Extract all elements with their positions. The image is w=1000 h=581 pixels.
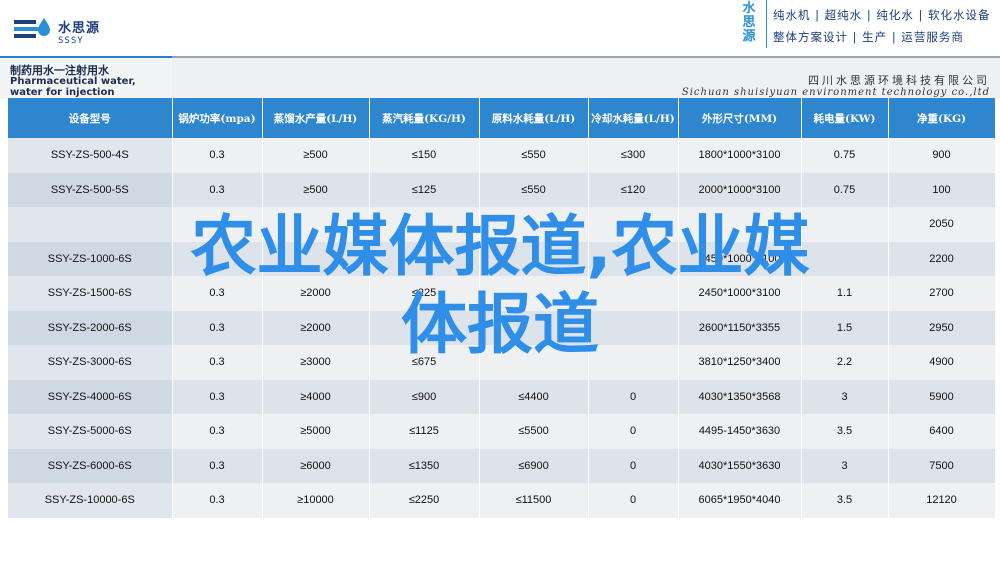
table-cell: ≤300 — [588, 138, 679, 173]
table-row: SSY-ZS-6000-6S 0.3 ≥6000 ≤1350 ≤6900 0 4… — [8, 448, 996, 483]
column-header: 净重(KG) — [888, 98, 996, 138]
table-cell: 4030*1350*3568 — [678, 379, 802, 414]
logo-english-name: SSSY — [58, 35, 84, 46]
table-cell: 3 — [801, 448, 889, 483]
table-cell: 0 — [588, 414, 679, 449]
table-cell: ≥4000 — [262, 379, 370, 414]
column-header: 蒸汽耗量(KG/H) — [369, 98, 480, 138]
table-cell: SSY-ZS-4000-6S — [8, 379, 173, 414]
column-header: 冷却水耗量(L/H) — [588, 98, 679, 138]
table-cell: SSY-ZS-500-5S — [8, 172, 173, 207]
table-cell: ≥500 — [262, 172, 370, 207]
table-cell: 2000*1000*3100 — [678, 172, 802, 207]
table-row: SSY-ZS-10000-6S 0.3 ≥10000 ≤2250 ≤11500 … — [8, 483, 996, 518]
table-cell: ≤1125 — [369, 414, 480, 449]
table-cell: 0.3 — [172, 172, 263, 207]
table-cell: ≤6900 — [479, 448, 589, 483]
table-cell: ≤1350 — [369, 448, 480, 483]
title-band: 制药用水一注射用水 Pharmaceutical water, water fo… — [0, 56, 1000, 99]
company-name-cn: 四川水思源环境科技有限公司 — [808, 74, 990, 87]
product-title-block: 制药用水一注射用水 Pharmaceutical water, water fo… — [0, 56, 172, 99]
column-header: 设备型号 — [8, 98, 173, 138]
table-cell: 12120 — [888, 483, 996, 518]
table-cell: 6400 — [888, 414, 996, 449]
table-cell: 1800*1000*3100 — [678, 138, 802, 173]
overlay-line-2: 体报道 — [401, 286, 599, 363]
table-cell: SSY-ZS-6000-6S — [8, 448, 173, 483]
table-cell: 4030*1550*3630 — [678, 448, 802, 483]
table-cell: 100 — [888, 172, 996, 207]
column-header: 锅炉功率(mpa) — [172, 98, 263, 138]
vertical-brand-name: 水思源 — [742, 1, 756, 44]
column-header: 原料水耗量(L/H) — [479, 98, 589, 138]
table-cell: SSY-ZS-10000-6S — [8, 483, 173, 518]
table-cell: ≤5500 — [479, 414, 589, 449]
company-name-en: Sichuan shuisiyuan environment technolog… — [681, 87, 990, 98]
page-header: 水思源 SSSY 水思源 纯水机 | 超纯水 | 纯化水 | 软化水设备 整体方… — [0, 0, 1000, 56]
table-cell: 0.3 — [172, 138, 263, 173]
table-cell: 0.3 — [172, 379, 263, 414]
overlay-headline: 农业媒体报道,农业媒 体报道 — [20, 208, 980, 364]
table-cell: 7500 — [888, 448, 996, 483]
table-row: SSY-ZS-500-5S 0.3 ≥500 ≤125 ≤550 ≤120 20… — [8, 172, 996, 207]
slogan-line-2: 整体方案设计 | 生产 | 运营服务商 — [773, 30, 964, 44]
table-cell: ≤125 — [369, 172, 480, 207]
company-logo[interactable]: 水思源 SSSY — [12, 16, 100, 46]
table-cell: 0 — [588, 448, 679, 483]
table-cell: 0 — [588, 379, 679, 414]
table-cell: 6065*1950*4040 — [678, 483, 802, 518]
table-cell: ≤550 — [479, 172, 589, 207]
table-cell: 3 — [801, 379, 889, 414]
table-cell: 3.5 — [801, 414, 889, 449]
table-cell: ≤4400 — [479, 379, 589, 414]
table-header-row: 设备型号 锅炉功率(mpa) 蒸馏水产量(L/H) 蒸汽耗量(KG/H) 原料水… — [8, 98, 996, 138]
logo-chinese-name: 水思源 — [58, 20, 101, 36]
table-cell: SSY-ZS-500-4S — [8, 138, 173, 173]
water-drop-icon — [12, 16, 52, 46]
table-cell: 0.3 — [172, 483, 263, 518]
product-title-en: Pharmaceutical water, water for injectio… — [10, 76, 136, 98]
table-cell: SSY-ZS-5000-6S — [8, 414, 173, 449]
table-cell: ≥10000 — [262, 483, 370, 518]
table-cell: ≤11500 — [479, 483, 589, 518]
table-cell: 0 — [588, 483, 679, 518]
table-cell: 0.3 — [172, 448, 263, 483]
slogan-line-1: 纯水机 | 超纯水 | 纯化水 | 软化水设备 — [773, 8, 991, 22]
brand-slogan-block: 水思源 纯水机 | 超纯水 | 纯化水 | 软化水设备 整体方案设计 | 生产 … — [738, 0, 991, 48]
table-cell: 0.75 — [801, 172, 889, 207]
table-cell: 3.5 — [801, 483, 889, 518]
column-header: 外形尺寸(MM) — [678, 98, 802, 138]
company-name-block: 四川水思源环境科技有限公司 Sichuan shuisiyuan environ… — [172, 56, 1000, 99]
table-cell: ≤120 — [588, 172, 679, 207]
table-cell: 4495-1450*3630 — [678, 414, 802, 449]
column-header: 耗电量(KW) — [801, 98, 889, 138]
table-cell: ≥500 — [262, 138, 370, 173]
table-row: SSY-ZS-500-4S 0.3 ≥500 ≤150 ≤550 ≤300 18… — [8, 138, 996, 173]
table-cell: ≤550 — [479, 138, 589, 173]
table-cell: 900 — [888, 138, 996, 173]
table-cell: 5900 — [888, 379, 996, 414]
table-cell: ≤900 — [369, 379, 480, 414]
table-cell: 0.3 — [172, 414, 263, 449]
overlay-line-1: 农业媒体报道,农业媒 — [190, 208, 810, 285]
table-row: SSY-ZS-4000-6S 0.3 ≥4000 ≤900 ≤4400 0 40… — [8, 379, 996, 414]
table-cell: ≥5000 — [262, 414, 370, 449]
table-row: SSY-ZS-5000-6S 0.3 ≥5000 ≤1125 ≤5500 0 4… — [8, 414, 996, 449]
table-cell: 0.75 — [801, 138, 889, 173]
table-cell: ≤150 — [369, 138, 480, 173]
table-cell: ≥6000 — [262, 448, 370, 483]
table-cell: ≤2250 — [369, 483, 480, 518]
column-header: 蒸馏水产量(L/H) — [262, 98, 370, 138]
